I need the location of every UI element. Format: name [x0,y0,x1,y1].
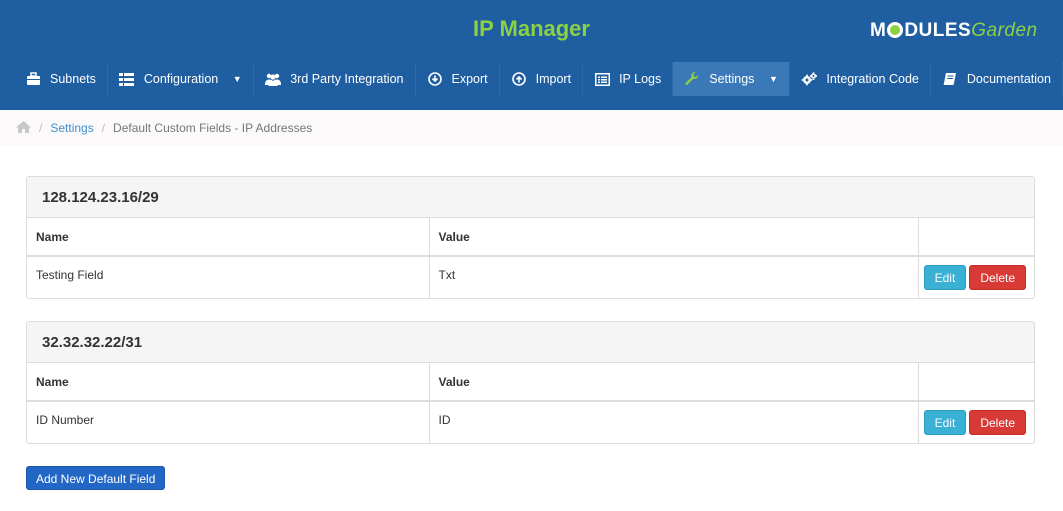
briefcase-icon [25,71,41,87]
edit-button[interactable]: Edit [923,410,967,435]
breadcrumb-current: Default Custom Fields - IP Addresses [113,121,313,135]
column-header-actions [918,363,1034,402]
column-header-name: Name [27,363,430,402]
table-row: Testing Field Txt Edit Delete [27,256,1034,298]
field-name: ID Number [27,401,430,443]
row-actions: Edit Delete [918,401,1034,443]
wrench-icon [684,71,700,87]
field-value: ID [429,401,919,443]
main-nav: Subnets Configuration ▼ 3rd Party Integr… [14,62,1063,96]
gear-logo-icon [887,22,904,38]
field-name: Testing Field [27,256,430,298]
chevron-down-icon: ▼ [232,74,242,84]
cogs-icon [801,71,818,87]
custom-fields-table: Name Value Testing Field Txt Edit Delete [27,218,1034,298]
add-new-default-field-button[interactable]: Add New Default Field [26,466,166,490]
row-actions: Edit Delete [918,256,1034,298]
upload-icon [511,71,527,87]
panel-title: 128.124.23.16/29 [27,177,1034,218]
nav-documentation[interactable]: Documentation [931,62,1063,96]
modulesgarden-logo[interactable]: M DULESGarden [870,20,1038,42]
breadcrumb: / Settings / Default Custom Fields - IP … [0,110,1063,146]
column-header-actions [918,218,1034,257]
nav-integration-code[interactable]: Integration Code [790,62,931,96]
users-icon [265,71,282,87]
subnet-panel: 32.32.32.22/31 Name Value ID Number ID E… [26,321,1035,444]
custom-fields-table: Name Value ID Number ID Edit Delete [27,363,1034,443]
nav-ip-logs[interactable]: IP Logs [583,62,674,96]
nav-import[interactable]: Import [500,62,584,96]
nav-export[interactable]: Export [416,62,500,96]
chevron-down-icon: ▼ [768,74,778,84]
nav-subnets[interactable]: Subnets [14,62,108,96]
home-icon[interactable] [16,120,31,136]
delete-button[interactable]: Delete [969,265,1026,290]
nav-settings[interactable]: Settings ▼ [673,62,791,96]
nav-3rd-party-integration[interactable]: 3rd Party Integration [254,62,416,96]
subnet-panel: 128.124.23.16/29 Name Value Testing Fiel… [26,176,1035,299]
list-icon [594,71,610,87]
app-header: IP Manager M DULESGarden Subnets Configur… [0,0,1063,110]
edit-button[interactable]: Edit [923,265,967,290]
book-icon [942,71,958,87]
column-header-value: Value [429,218,919,257]
breadcrumb-settings-link[interactable]: Settings [50,121,93,135]
column-header-value: Value [429,363,919,402]
download-icon [427,71,443,87]
column-header-name: Name [27,218,430,257]
grid-icon [119,71,135,87]
delete-button[interactable]: Delete [969,410,1026,435]
field-value: Txt [429,256,919,298]
nav-configuration[interactable]: Configuration ▼ [108,62,255,96]
table-row: ID Number ID Edit Delete [27,401,1034,443]
panel-title: 32.32.32.22/31 [27,322,1034,363]
